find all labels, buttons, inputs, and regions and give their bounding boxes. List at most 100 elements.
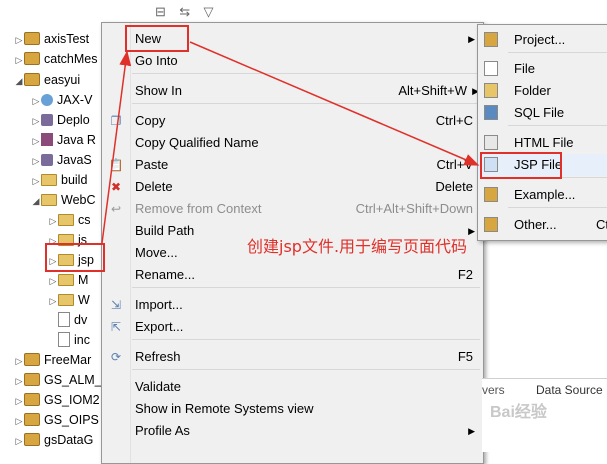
expanded-twisty-icon[interactable]: ◢ [31, 191, 41, 211]
menu-item-label: Show in Remote Systems view [135, 401, 314, 416]
submenu-item-file[interactable]: File [478, 58, 607, 80]
folder-icon [58, 293, 74, 306]
servers-tab[interactable]: vers [482, 383, 505, 397]
menu-item-import[interactable]: ⇲ Import... [102, 294, 483, 316]
tree-item-label: Deplo [57, 113, 90, 127]
new-file-icon [484, 61, 498, 76]
menu-item-copy-qualified-name[interactable]: Copy Qualified Name [102, 132, 483, 154]
submenu-item-sql-file[interactable]: SQL File [478, 102, 607, 124]
submenu-item-example[interactable]: Example... [478, 184, 607, 206]
menu-item-validate[interactable]: Validate [102, 376, 483, 398]
tree-item-label: axisTest [44, 32, 90, 46]
java-resources-icon [41, 133, 53, 147]
tree-item[interactable]: ▷ GS_OIPS [14, 410, 99, 430]
menu-item-label: Paste [135, 157, 169, 172]
collapsed-twisty-icon[interactable]: ▷ [31, 91, 41, 111]
watermark: Bai经验 [490, 404, 547, 421]
folder-icon [41, 173, 57, 186]
file-icon [58, 312, 70, 328]
submenu-arrow-icon: ▶ [468, 426, 475, 436]
expanded-twisty-icon[interactable]: ◢ [14, 71, 24, 91]
project-icon [24, 32, 40, 46]
menu-item-refresh[interactable]: ⟳ Refresh F5 [102, 346, 483, 368]
tree-item-label: GS_ALM_ [44, 373, 102, 387]
collapsed-twisty-icon[interactable]: ▷ [48, 271, 58, 291]
collapsed-twisty-icon[interactable]: ▷ [31, 111, 41, 131]
menu-item-label: Show In [135, 83, 182, 98]
tree-item[interactable]: ▷ gsDataG [14, 430, 94, 451]
new-folder-icon [484, 83, 498, 98]
menu-item-show-in-remote-systems-view[interactable]: Show in Remote Systems view [102, 398, 483, 420]
submenu-item-label: Example... [514, 187, 576, 202]
menu-item-go-into[interactable]: Go Into [102, 50, 483, 72]
submenu-item-folder[interactable]: Folder [478, 80, 607, 102]
tree-item-label: Java R [57, 133, 96, 147]
submenu-item-project[interactable]: Project... [478, 29, 607, 51]
tree-item[interactable]: ▷ axisTest [14, 29, 90, 50]
tree-item[interactable]: ◢ easyui [14, 70, 81, 91]
tree-item[interactable]: ▷ Java R [31, 130, 96, 150]
project-icon [24, 393, 40, 407]
collapsed-twisty-icon[interactable]: ▷ [31, 171, 41, 191]
menu-item-rename[interactable]: Rename... F2 [102, 264, 483, 286]
collapsed-twisty-icon[interactable]: ▷ [14, 391, 24, 411]
menu-item-paste[interactable]: 📋 Paste Ctrl+V [102, 154, 483, 176]
folder-icon [58, 273, 74, 286]
menu-item-profile-as[interactable]: Profile As ▶ [102, 420, 483, 442]
menu-item-label: Move... [135, 245, 178, 260]
tree-item[interactable]: ◢ WebC [31, 190, 96, 210]
delete-icon: ✖ [110, 180, 122, 194]
view-menu-icon[interactable]: ▽ [204, 4, 214, 20]
collapsed-twisty-icon[interactable]: ▷ [14, 50, 24, 70]
tree-item-label: GS_IOM2 [44, 393, 100, 407]
submenu-item-html-file[interactable]: HTML File [478, 132, 607, 154]
collapsed-twisty-icon[interactable]: ▷ [14, 431, 24, 451]
submenu-item-other[interactable]: Other... Ctr [478, 214, 607, 236]
tree-item[interactable]: ▷ build [31, 170, 88, 191]
submenu-arrow-icon: ▶ [468, 34, 475, 44]
link-editor-icon[interactable]: ⇆ [179, 4, 190, 20]
collapsed-twisty-icon[interactable]: ▷ [31, 131, 41, 151]
menu-item-show-in[interactable]: Show In Alt+Shift+W ▶ [102, 80, 483, 102]
new-submenu: Project... File Folder SQL File HTML File JSP… [477, 24, 607, 241]
collapsed-twisty-icon[interactable]: ▷ [14, 411, 24, 431]
tree-item[interactable]: ▷ W [48, 290, 90, 310]
menu-item-export[interactable]: ⇱ Export... [102, 316, 483, 338]
collapsed-twisty-icon[interactable]: ▷ [48, 211, 58, 231]
project-icon [24, 353, 40, 367]
collapsed-twisty-icon[interactable]: ▷ [14, 30, 24, 50]
tree-item[interactable]: ▷ FreeMar [14, 350, 92, 371]
menu-item-label: Build Path [135, 223, 195, 238]
tree-item[interactable]: ▷ JavaS [31, 150, 92, 170]
tree-item-label: easyui [44, 73, 81, 87]
library-icon [41, 153, 53, 166]
menu-item-delete[interactable]: ✖ Delete Delete [102, 176, 483, 198]
collapsed-twisty-icon[interactable]: ▷ [48, 291, 58, 311]
file-icon [58, 332, 70, 348]
tree-item[interactable]: ▷ JAX-V [31, 90, 93, 111]
tree-item[interactable]: ▷ GS_IOM2 [14, 390, 100, 410]
menu-item-label: Validate [135, 379, 182, 394]
collapsed-twisty-icon[interactable]: ▷ [31, 151, 41, 171]
tree-item-label: dv [74, 313, 88, 327]
menu-item-copy[interactable]: ❐ Copy Ctrl+C [102, 110, 483, 132]
other-icon [484, 217, 498, 232]
tree-item[interactable]: inc [48, 330, 90, 350]
tree-item[interactable]: dv [48, 310, 87, 330]
tree-item[interactable]: ▷ GS_ALM_ [14, 370, 102, 390]
menu-item-shortcut: Ctrl+Alt+Shift+Down [355, 201, 473, 216]
sql-file-icon [484, 105, 498, 120]
tree-item[interactable]: ▷ Deplo [31, 110, 90, 130]
collapsed-twisty-icon[interactable]: ▷ [14, 371, 24, 391]
menu-separator [508, 125, 607, 126]
tree-item[interactable]: ▷ catchMes [14, 49, 98, 69]
tree-item[interactable]: ▷ M [48, 270, 89, 291]
tree-item-label: FreeMar [44, 353, 92, 367]
menu-item-label: Export... [135, 319, 184, 334]
menu-item-label: Rename... [135, 267, 195, 282]
tree-item[interactable]: ▷ cs [48, 210, 91, 230]
web-service-icon [41, 93, 53, 106]
collapse-all-icon[interactable]: ⊟ [155, 4, 166, 20]
data-source-tab[interactable]: Data Source [536, 383, 603, 397]
collapsed-twisty-icon[interactable]: ▷ [14, 351, 24, 371]
